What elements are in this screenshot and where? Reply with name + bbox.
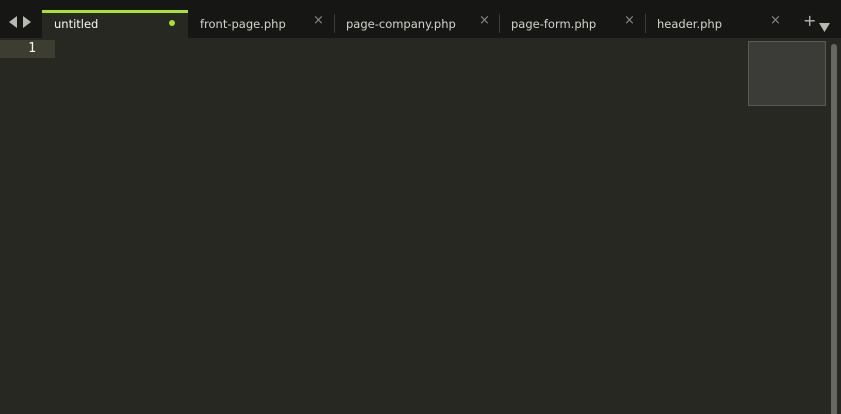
minimap-viewport[interactable]	[748, 41, 826, 106]
tab-label: front-page.php	[200, 17, 286, 31]
tab-label: page-form.php	[511, 17, 597, 31]
tab-header[interactable]: header.php ×	[645, 10, 790, 38]
current-line-gutter: 1	[0, 40, 55, 58]
scrollbar-thumb[interactable]	[831, 44, 837, 414]
tab-front-page[interactable]: front-page.php ×	[188, 10, 334, 38]
editor-window: untitled front-page.php × page-company.p…	[0, 0, 841, 414]
tab-navigation	[8, 15, 36, 29]
triangle-left-icon[interactable]	[8, 15, 18, 29]
close-icon[interactable]: ×	[313, 14, 324, 27]
close-icon[interactable]: ×	[770, 14, 781, 27]
dirty-dot-icon	[169, 20, 175, 26]
close-icon[interactable]: ×	[624, 14, 635, 27]
tab-label: page-company.php	[346, 17, 456, 31]
plus-icon[interactable]: +	[803, 13, 816, 29]
line-number: 1	[28, 41, 36, 56]
tab-untitled[interactable]: untitled	[42, 10, 188, 38]
dropdown-icon[interactable]	[819, 17, 830, 36]
tab-label: untitled	[54, 17, 99, 31]
tab-label: header.php	[657, 17, 723, 31]
tab-bar: untitled front-page.php × page-company.p…	[0, 0, 841, 38]
close-icon[interactable]: ×	[479, 14, 490, 27]
tab-page-company[interactable]: page-company.php ×	[334, 10, 499, 38]
tab-page-form[interactable]: page-form.php ×	[499, 10, 645, 38]
triangle-right-icon[interactable]	[22, 15, 32, 29]
editor-area[interactable]: 1	[0, 38, 841, 414]
tab-actions: +	[803, 13, 833, 32]
vertical-scrollbar[interactable]	[829, 38, 841, 414]
